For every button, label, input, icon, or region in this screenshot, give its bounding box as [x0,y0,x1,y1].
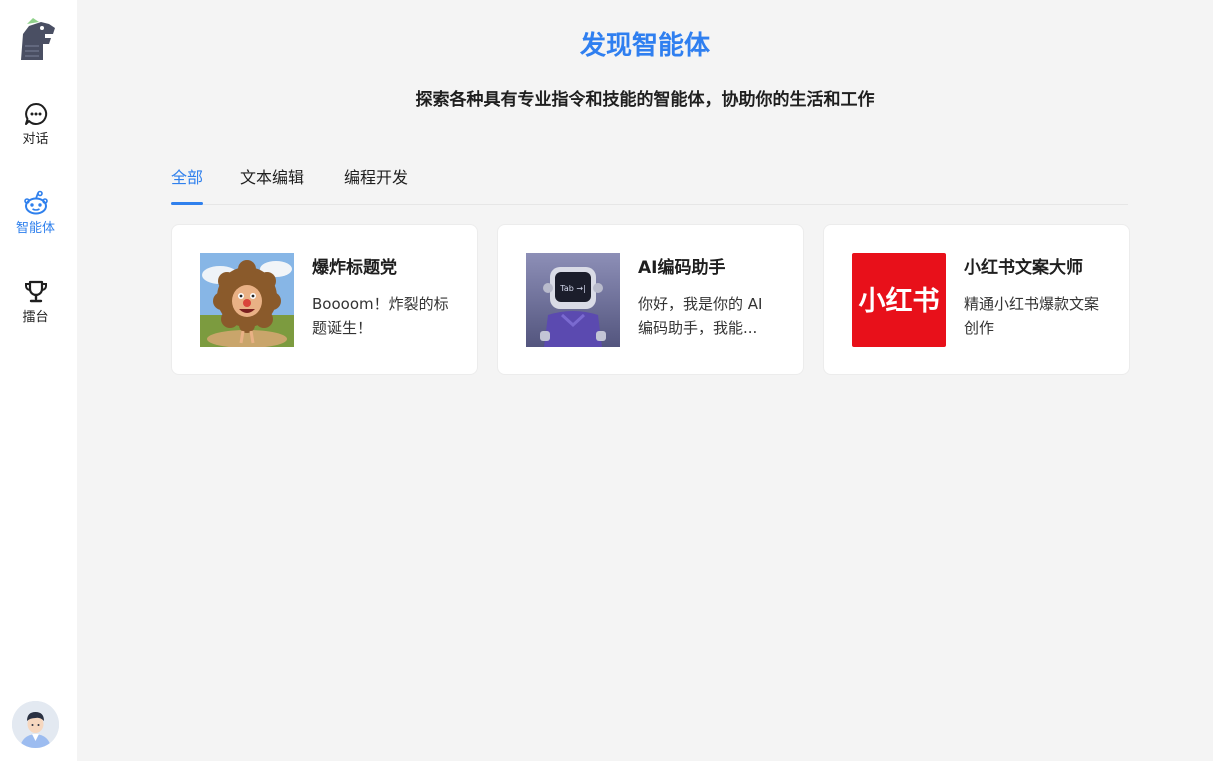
agent-card-description: Boooom！炸裂的标题诞生！ [312,295,449,337]
agent-card[interactable]: 爆炸标题党 Boooom！炸裂的标题诞生！ [171,224,478,375]
user-avatar-icon[interactable] [12,701,59,748]
dinosaur-logo-icon[interactable] [15,16,57,60]
agent-card-description: 你好，我是你的 AI 编码助手，我能... [638,295,763,337]
tab-text-editing[interactable]: 文本编辑 [240,166,304,190]
tab-programming[interactable]: 编程开发 [344,166,408,190]
trophy-icon [23,279,49,305]
xiaohongshu-logo-image: 小红书 [852,253,946,347]
tab-robot-image: Tab →| [526,253,620,347]
agent-card-title: 爆炸标题党 [312,258,397,278]
chat-bubble-icon [23,101,49,127]
sidebar-item-label: 对话 [22,132,49,147]
sidebar-item-label: 擂台 [22,310,49,325]
sidebar-item-arena[interactable]: 擂台 [0,279,71,327]
explosion-character-image [200,253,294,347]
agent-card-title: AI编码助手 [638,258,726,278]
page-title: 发现智能体 [579,31,710,61]
sidebar: 对话 智能体 擂台 [0,0,77,761]
robot-screen-text: Tab →| [559,284,585,293]
agent-card-description: 精通小红书爆款文案创作 [964,295,1100,337]
tab-all[interactable]: 全部 [171,166,204,205]
sidebar-item-agents[interactable]: 智能体 [0,190,71,238]
sidebar-item-label: 智能体 [15,221,55,236]
xiaohongshu-logo-text: 小红书 [859,285,940,317]
agent-card-list: 爆炸标题党 Boooom！炸裂的标题诞生！ Tab →| AI编码助手 你好，我… [171,224,1131,376]
main-content: 发现智能体 探索各种具有专业指令和技能的智能体，协助你的生活和工作 全部 文本编… [77,0,1213,761]
page-subtitle: 探索各种具有专业指令和技能的智能体，协助你的生活和工作 [415,90,875,110]
agent-card[interactable]: Tab →| AI编码助手 你好，我是你的 AI 编码助手，我能... [497,224,804,375]
sidebar-item-chat[interactable]: 对话 [0,101,71,149]
agent-card[interactable]: 小红书 小红书文案大师 精通小红书爆款文案创作 [823,224,1130,375]
robot-face-icon [23,190,49,216]
agent-card-title: 小红书文案大师 [964,258,1083,278]
category-tabs: 全部 文本编辑 编程开发 [171,166,1128,205]
